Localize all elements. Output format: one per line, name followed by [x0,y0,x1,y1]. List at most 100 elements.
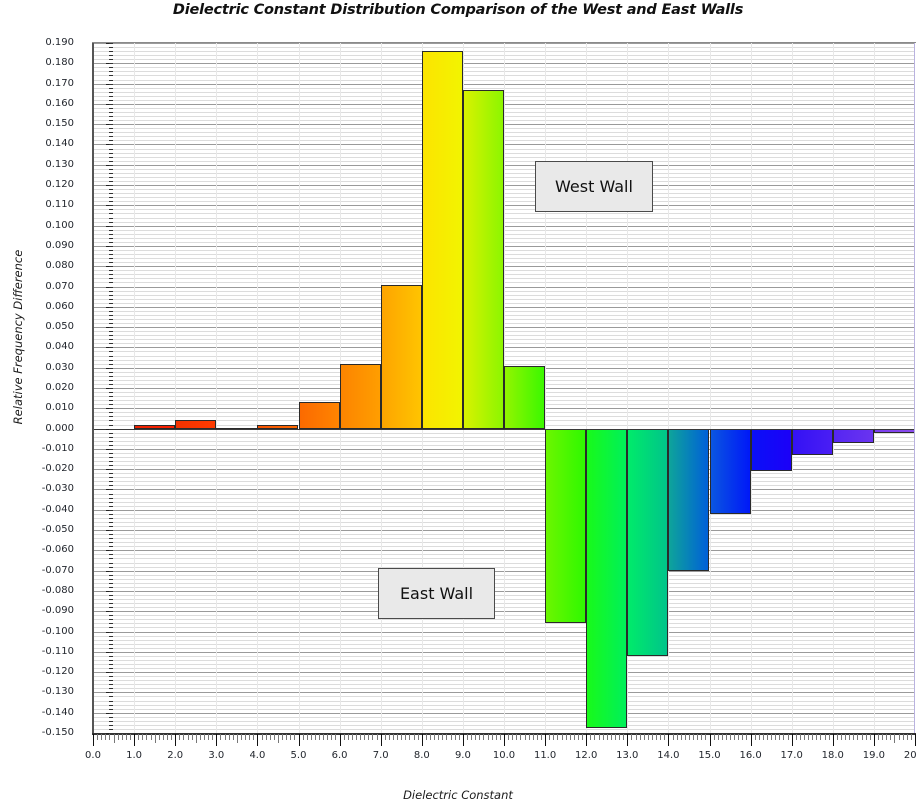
x-tick-mark-minor [401,734,403,740]
y-tick-mark-minor [109,343,113,345]
axis-right-spine [914,43,915,733]
x-tick-mark-minor [483,734,485,740]
x-tick-mark-minor [721,734,723,740]
x-tick-mark-minor [113,734,115,743]
y-tick-mark-minor [109,680,113,682]
y-tick-mark-minor [109,392,113,394]
x-tick-mark-minor [577,734,579,740]
y-tick-label: -0.030 [41,483,74,495]
x-tick-label: 12.0 [575,750,598,761]
bar [380,284,422,429]
y-tick-label: 0.120 [45,179,74,191]
y-axis-spine [92,43,94,733]
x-tick-mark-minor [253,734,255,740]
x-tick-mark-minor [705,734,707,740]
x-tick-mark-minor [890,734,892,740]
x-tick-mark-minor [446,734,448,740]
y-tick-mark-minor [109,164,113,166]
x-tick-mark-minor [384,734,386,740]
x-tick-mark-minor [187,734,189,740]
y-tick-mark-minor [109,172,113,174]
y-tick-label: 0.060 [45,300,74,312]
y-tick-mark-minor [109,217,113,219]
x-tick-mark-minor [775,734,777,740]
y-tick-mark-minor [109,404,113,406]
x-tick-label: 6.0 [331,750,348,761]
y-tick-mark-minor [109,132,113,134]
gridline-vertical [175,43,177,733]
x-tick-mark-minor [360,734,362,740]
x-tick-mark-minor [245,734,247,740]
x-tick-mark-minor [853,734,855,740]
y-tick-mark-minor [109,258,113,260]
zero-baseline [93,428,915,430]
x-tick-mark-minor [129,734,131,740]
x-tick-mark-minor [906,734,908,740]
x-tick-mark-minor [771,734,773,740]
x-tick-mark-minor [849,734,851,740]
gridline-vertical [668,43,670,733]
x-tick-mark-minor [882,734,884,740]
x-tick-mark-minor [499,734,501,740]
y-tick-mark-minor [109,436,113,438]
plot-area [93,43,915,733]
y-tick-mark-minor [109,314,113,316]
y-tick-mark-minor [109,655,113,657]
y-tick-mark-minor [109,465,113,467]
y-tick-mark-minor [109,302,113,304]
y-tick-mark-minor [109,241,113,243]
y-tick-mark-minor [109,631,113,633]
x-tick-mark-minor [208,734,210,740]
x-tick-mark-minor [388,734,390,740]
x-tick-label: 2.0 [167,750,184,761]
x-tick-mark-minor [409,734,411,740]
x-tick-mark-minor [569,734,571,740]
x-tick-mark-minor [783,734,785,740]
x-tick-mark-minor [869,734,871,740]
x-tick-label: 14.0 [657,750,680,761]
y-tick-mark-minor [109,371,113,373]
x-tick-mark-minor [836,734,838,740]
x-tick-mark-minor [117,734,119,740]
y-tick-mark-minor [109,728,113,730]
x-tick-label: 8.0 [413,750,430,761]
y-tick-mark-minor [109,181,113,182]
x-tick-mark-minor [808,734,810,740]
x-tick-mark-minor [643,734,645,740]
bar [545,428,587,624]
y-tick-mark-minor [109,351,113,353]
y-tick-label: -0.120 [41,666,74,678]
x-tick-mark-minor [97,734,99,740]
x-tick-mark-minor [779,734,781,740]
x-tick-mark-minor [290,734,292,740]
y-tick-mark-minor [109,347,113,349]
y-tick-mark-minor [109,221,113,223]
y-tick-label: -0.140 [41,706,74,718]
y-tick-label: 0.190 [45,37,74,48]
y-tick-mark-minor [109,363,113,365]
x-tick-mark-minor [471,734,473,740]
y-tick-label: -0.080 [41,584,74,596]
y-tick-mark-minor [109,327,113,329]
y-tick-mark-minor [109,67,113,69]
x-tick-mark [216,734,218,746]
x-tick-mark-minor [573,734,575,740]
east-wall-annotation: East Wall [378,568,495,619]
x-tick-mark-minor [269,734,271,740]
x-tick-mark-minor [590,734,592,740]
x-tick-mark-minor [335,734,337,740]
x-tick-mark-minor [602,734,604,740]
x-tick-mark-minor [795,734,797,740]
y-tick-label: -0.090 [41,605,74,617]
y-tick-mark-minor [109,233,113,235]
x-tick-mark-minor [166,734,168,740]
x-tick-label: 18.0 [821,750,844,761]
x-tick-label: 16.0 [739,750,762,761]
y-tick-mark-minor [109,298,113,300]
x-tick-mark-minor [598,734,600,740]
x-tick-mark-minor [158,734,160,740]
x-tick-mark-minor [672,734,674,740]
y-tick-mark-minor [109,396,113,398]
y-tick-mark-minor [109,659,113,661]
y-tick-mark-minor [109,408,113,410]
